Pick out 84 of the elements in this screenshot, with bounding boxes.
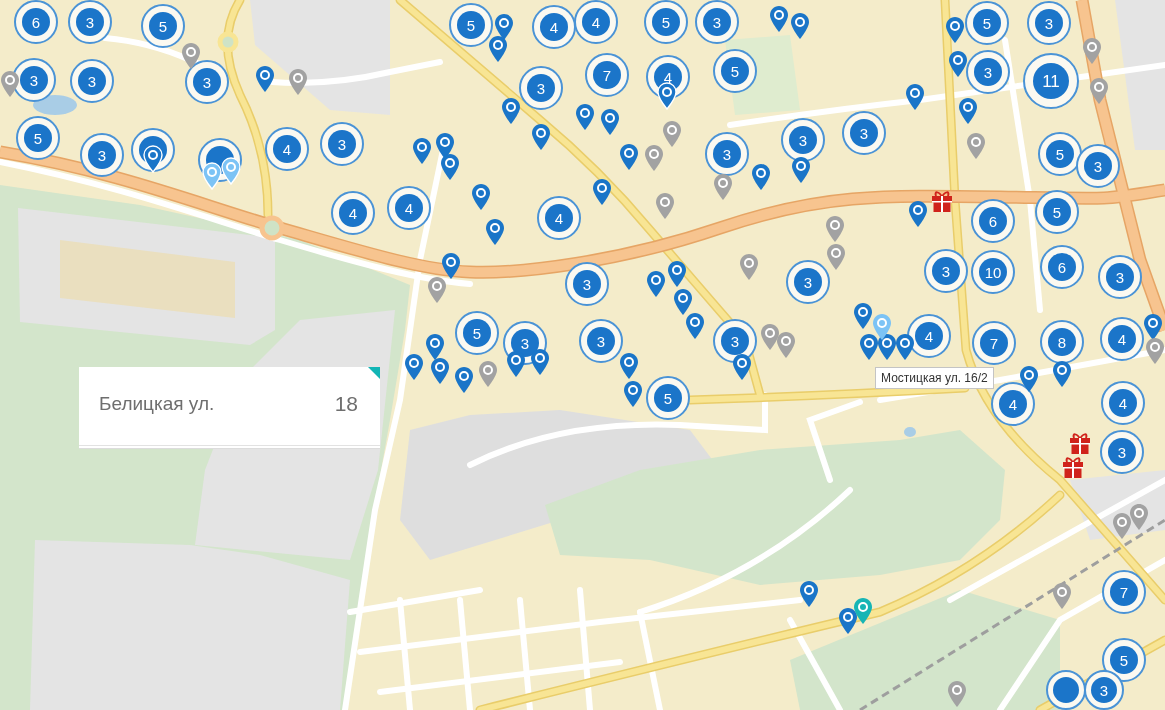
map-pin-icon[interactable] [769, 5, 789, 33]
map-pin-icon[interactable] [488, 35, 508, 63]
map-pin-icon[interactable] [1112, 512, 1132, 540]
map-pin-icon[interactable] [619, 352, 639, 380]
map-pin-icon[interactable] [288, 68, 308, 96]
map-pin-icon[interactable] [494, 13, 514, 41]
map-pin-icon[interactable] [506, 350, 526, 378]
map-pin-icon[interactable] [905, 83, 925, 111]
map-pin-icon[interactable] [0, 70, 20, 98]
map-pin-icon[interactable] [947, 680, 967, 708]
map-pin-icon[interactable] [430, 357, 450, 385]
map-pin-icon[interactable] [644, 144, 664, 172]
map-pin-icon[interactable] [1143, 313, 1163, 341]
map-pin-icon[interactable] [1019, 365, 1039, 393]
map-pin-icon[interactable] [255, 65, 275, 93]
map-pin-icon[interactable] [531, 123, 551, 151]
map-pin-icon[interactable] [825, 215, 845, 243]
map-pin-icon[interactable] [760, 323, 780, 351]
map-pin-icon[interactable] [790, 12, 810, 40]
roundabout [217, 31, 239, 53]
map-pin-icon[interactable] [732, 353, 752, 381]
map-pin-icon[interactable] [948, 50, 968, 78]
map-pin-icon[interactable] [202, 162, 222, 190]
map-pin-icon[interactable] [412, 137, 432, 165]
map-pin-icon[interactable] [667, 260, 687, 288]
gift-icon[interactable] [931, 190, 953, 212]
map-pin-icon[interactable] [404, 353, 424, 381]
map-pin-icon[interactable] [791, 156, 811, 184]
map-pin-icon[interactable] [485, 218, 505, 246]
map-pin-icon[interactable] [530, 348, 550, 376]
map-pin-icon[interactable] [592, 178, 612, 206]
street-name: Белицкая ул. [99, 393, 215, 415]
corner-triangle-icon [368, 367, 380, 379]
map-pin-icon[interactable] [143, 145, 163, 173]
map-pin-icon[interactable] [776, 331, 796, 359]
map-pin-icon[interactable] [908, 200, 928, 228]
map-pin-icon[interactable] [958, 97, 978, 125]
map-pin-icon[interactable] [713, 173, 733, 201]
map-pin-icon[interactable] [1082, 37, 1102, 65]
map-pin-icon[interactable] [655, 192, 675, 220]
gift-icon[interactable] [1069, 432, 1091, 454]
pond [33, 95, 77, 115]
map-pin-icon[interactable] [685, 312, 705, 340]
map-pin-icon[interactable] [853, 597, 873, 625]
map-pin-icon[interactable] [895, 333, 915, 361]
map-pin-icon[interactable] [619, 143, 639, 171]
map-pin-icon[interactable] [853, 302, 873, 330]
map-pin-icon[interactable] [877, 333, 897, 361]
map-pin-icon[interactable] [440, 153, 460, 181]
map-pin-icon[interactable] [859, 333, 879, 361]
gift-icon[interactable] [1062, 456, 1084, 478]
map-pin-icon[interactable] [1089, 77, 1109, 105]
map-pin-icon[interactable] [945, 16, 965, 44]
map-pin-icon[interactable] [501, 97, 521, 125]
map-pin-icon[interactable] [826, 243, 846, 271]
map-pin-icon[interactable] [1129, 503, 1149, 531]
map-pin-icon[interactable] [657, 82, 677, 110]
pond [904, 427, 916, 437]
map-pin-icon[interactable] [739, 253, 759, 281]
map-pin-icon[interactable] [1052, 360, 1072, 388]
map-pin-icon[interactable] [600, 108, 620, 136]
map-pin-icon[interactable] [872, 313, 892, 341]
map-pin-icon[interactable] [646, 270, 666, 298]
map-pin-icon[interactable] [441, 252, 461, 280]
map-pin-icon[interactable] [181, 42, 201, 70]
map-pin-icon[interactable] [751, 163, 771, 191]
house-number: 18 [334, 392, 358, 416]
map-pin-icon[interactable] [1052, 582, 1072, 610]
map-pin-icon[interactable] [623, 380, 643, 408]
map-pin-icon[interactable] [427, 276, 447, 304]
map-pin-icon[interactable] [673, 288, 693, 316]
map-pin-icon[interactable] [478, 360, 498, 388]
map-pin-icon[interactable] [575, 103, 595, 131]
address-tooltip: Мостицкая ул. 16/2 [875, 367, 994, 389]
map-pin-icon[interactable] [425, 333, 445, 361]
map-pin-icon[interactable] [662, 120, 682, 148]
map-pin-icon[interactable] [838, 607, 858, 635]
roundabout [259, 215, 285, 241]
map-pin-icon[interactable] [454, 366, 474, 394]
map-pin-icon[interactable] [1145, 337, 1165, 365]
map-pin-icon[interactable] [221, 157, 241, 185]
map-pin-icon[interactable] [799, 580, 819, 608]
map-pin-icon[interactable] [966, 132, 986, 160]
map-pin-icon[interactable] [471, 183, 491, 211]
